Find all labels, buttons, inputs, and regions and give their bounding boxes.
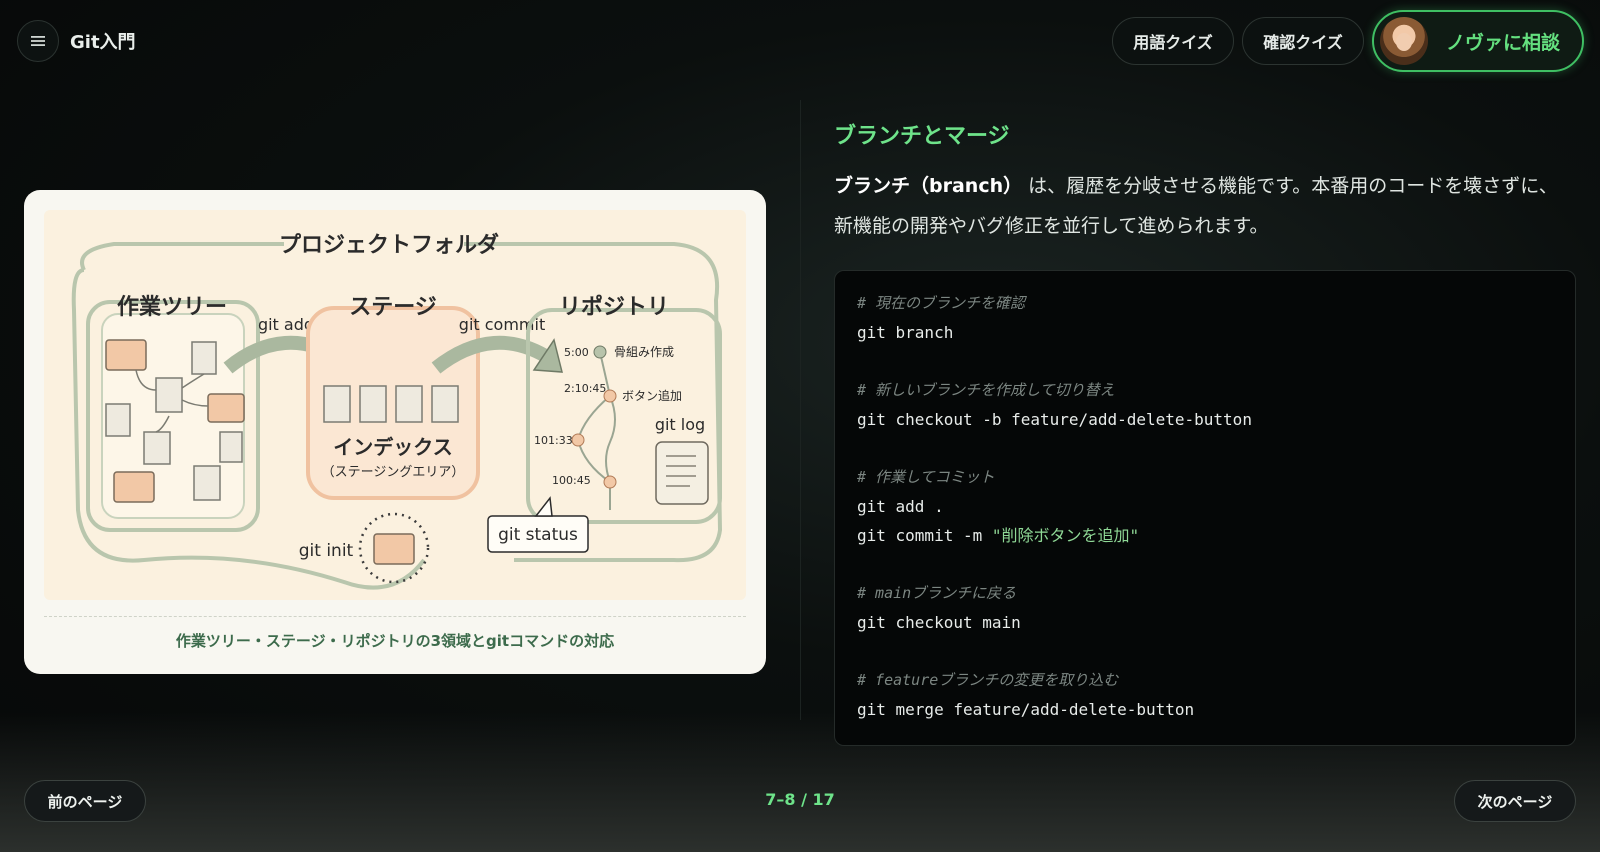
consult-nova-button[interactable]: ノヴァに相談 — [1372, 10, 1584, 72]
figure-card: プロジェクトフォルダ 作業ツリー git add ステージ インデックス （ステ… — [24, 190, 766, 674]
label-worktree: 作業ツリー — [117, 295, 227, 320]
code-comment: # featureブランチの変更を取り込む — [857, 671, 1119, 689]
code-string: "削除ボタンを追加" — [991, 526, 1140, 545]
label-repository: リポジトリ — [559, 294, 669, 320]
nova-avatar — [1380, 17, 1428, 65]
label-stage: ステージ — [349, 295, 437, 320]
commit-time-1: 5:00 — [564, 346, 589, 359]
code-line: git checkout main — [857, 613, 1021, 632]
commit-label-2: ボタン追加 — [622, 388, 682, 403]
code-comment: # 作業してコミット — [857, 468, 995, 486]
code-blank — [857, 347, 1553, 376]
git-areas-diagram: プロジェクトフォルダ 作業ツリー git add ステージ インデックス （ステ… — [44, 210, 746, 600]
commit-time-3: 101:33 — [534, 434, 573, 447]
column-divider — [800, 100, 801, 720]
term-branch: ブランチ（branch） — [834, 175, 1023, 197]
code-line: git branch — [857, 323, 954, 342]
code-line: git checkout -b feature/add-delete-butto… — [857, 410, 1252, 429]
code-block: # 現在のブランチを確認 git branch # 新しいブランチを作成して切り… — [834, 270, 1576, 746]
code-comment: # 現在のブランチを確認 — [857, 294, 1026, 312]
label-staging-area: （ステージングエリア） — [322, 465, 465, 480]
label-git-add: git add — [258, 315, 314, 334]
page-indicator: 7–8 / 17 — [765, 790, 835, 809]
code-line: git merge feature/add-delete-button — [857, 700, 1195, 719]
menu-button[interactable] — [17, 20, 59, 62]
consult-nova-label: ノヴァに相談 — [1446, 31, 1561, 54]
figure-caption: 作業ツリー・ステージ・リポジトリの3領域とgitコマンドの対応 — [175, 632, 615, 650]
code-line: git commit -m "削除ボタンを追加" — [857, 521, 1553, 550]
label-git-log: git log — [655, 415, 705, 434]
app-title: Git入門 — [70, 32, 136, 53]
code-blank — [857, 637, 1553, 666]
vocab-quiz-button[interactable]: 用語クイズ — [1112, 17, 1234, 65]
figure-divider — [44, 616, 746, 617]
commit-time-2: 2:10:45 — [564, 382, 606, 395]
section-paragraph: ブランチ（branch） は、履歴を分岐させる機能です。本番用のコードを壊さずに… — [834, 166, 1564, 246]
code-blank — [857, 434, 1553, 463]
label-project-folder: プロジェクトフォルダ — [279, 232, 499, 258]
check-quiz-button[interactable]: 確認クイズ — [1242, 17, 1364, 65]
code-command: git commit -m — [857, 526, 992, 545]
label-git-init: git init — [299, 541, 354, 561]
hamburger-icon — [31, 36, 45, 46]
code-line: git add . — [857, 497, 944, 516]
section-title: ブランチとマージ — [834, 124, 1010, 149]
code-comment: # mainブランチに戻る — [857, 584, 1017, 602]
commit-time-4: 100:45 — [552, 474, 591, 487]
code-comment: # 新しいブランチを作成して切り替え — [857, 381, 1115, 399]
label-git-status: git status — [498, 525, 578, 545]
code-blank — [857, 550, 1553, 579]
commit-label-1: 骨組み作成 — [614, 345, 674, 359]
label-index: インデックス — [333, 435, 452, 459]
next-page-button[interactable]: 次のページ — [1454, 780, 1576, 822]
